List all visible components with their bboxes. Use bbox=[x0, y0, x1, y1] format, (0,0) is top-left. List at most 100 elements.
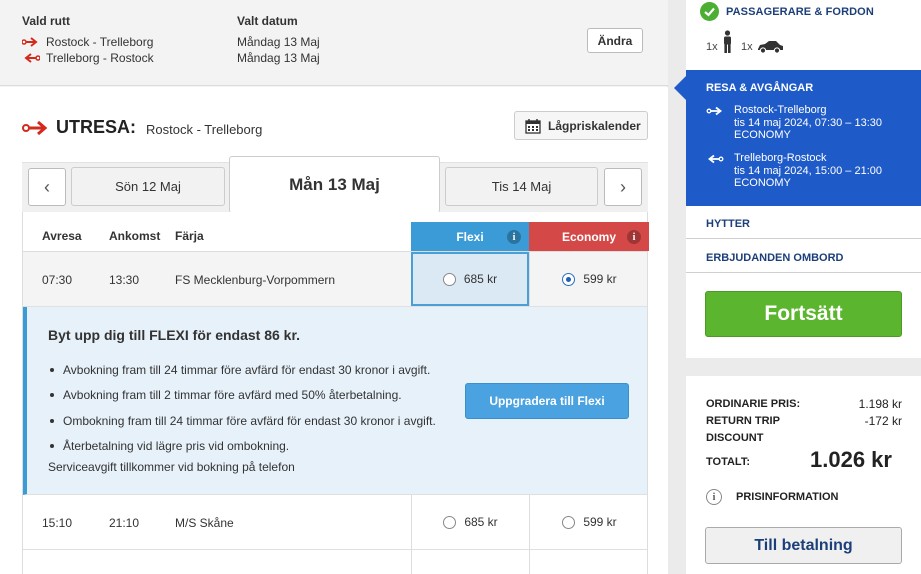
economy-radio[interactable] bbox=[562, 272, 576, 286]
row-depart: 07:30 bbox=[42, 273, 73, 287]
chevron-left-icon: ‹ bbox=[44, 176, 50, 197]
date-tab-active[interactable]: Mån 13 Maj bbox=[229, 156, 440, 213]
total-price-value: 1.026 kr bbox=[810, 447, 892, 472]
route-outbound: Rostock - Trelleborg bbox=[22, 35, 153, 49]
change-button[interactable]: Ändra bbox=[587, 28, 643, 53]
table-row: 07:30 13:30 FS Mecklenburg-Vorpommern 68… bbox=[23, 252, 647, 307]
trip-return-time: tis 14 maj 2024, 15:00 – 21:00 bbox=[734, 164, 882, 177]
row-arrive: 21:10 bbox=[109, 516, 140, 530]
active-step-pointer bbox=[674, 76, 686, 100]
selected-date-title: Valt datum bbox=[237, 14, 298, 28]
passengers-title: PASSAGERARE & FORDON bbox=[726, 6, 874, 18]
trip-title: RESA & AVGÅNGAR bbox=[706, 82, 814, 94]
list-item: Ombokning fram till 24 timmar före avfär… bbox=[48, 408, 436, 434]
outbound-arrow-icon bbox=[22, 37, 38, 47]
economy-price-option[interactable]: 599 kr bbox=[529, 495, 649, 549]
date-outbound: Måndag 13 Maj bbox=[237, 35, 320, 49]
outbound-header: UTRESA: Rostock - Trelleborg bbox=[22, 117, 262, 138]
economy-price: 599 kr bbox=[583, 515, 617, 529]
upsell-benefits: Avbokning fram till 24 timmar före avfär… bbox=[48, 357, 436, 459]
header-arrive: Ankomst bbox=[109, 229, 161, 243]
check-icon bbox=[700, 2, 719, 21]
flexi-label: Flexi bbox=[456, 229, 484, 244]
route-return: Trelleborg - Rostock bbox=[22, 51, 154, 65]
discount-label-line1: RETURN TRIP bbox=[706, 415, 780, 427]
trip-outbound-route: Rostock-Trelleborg bbox=[734, 104, 827, 116]
row-arrive: 13:30 bbox=[109, 273, 140, 287]
date-tab-prev[interactable]: Sön 12 Maj bbox=[71, 167, 225, 206]
passengers-step: PASSAGERARE & FORDON 1x 1x bbox=[686, 0, 921, 70]
table-row: 15:10 21:10 M/S Skåne 685 kr 599 kr bbox=[23, 495, 647, 550]
ordinary-price-label: ORDINARIE PRIS: bbox=[706, 398, 801, 410]
trip-outbound-time: tis 14 maj 2024, 07:30 – 13:30 bbox=[734, 116, 882, 129]
row-depart: 15:10 bbox=[42, 516, 73, 530]
step-onboard-offers[interactable]: ERBJUDANDEN OMBORD bbox=[706, 252, 844, 264]
economy-price-option[interactable]: 599 kr bbox=[529, 252, 649, 306]
departures-table: Avresa Ankomst Färja Flexi i Economy i 0… bbox=[22, 212, 649, 574]
step-cabins[interactable]: HYTTER bbox=[706, 218, 750, 230]
trip-outbound: Rostock-Trelleborg tis 14 maj 2024, 07:3… bbox=[706, 104, 882, 142]
price-info-link[interactable]: i PRISINFORMATION bbox=[706, 489, 838, 505]
trip-outbound-class: ECONOMY bbox=[734, 129, 791, 141]
outbound-arrow-icon bbox=[22, 120, 48, 135]
date-return: Måndag 13 Maj bbox=[237, 51, 320, 65]
car-icon bbox=[758, 41, 783, 54]
flexi-price: 685 kr bbox=[464, 515, 498, 529]
flexi-price: 685 kr bbox=[463, 272, 498, 286]
flexi-price-option[interactable]: 685 kr bbox=[411, 252, 529, 306]
trip-departures-step: RESA & AVGÅNGAR Rostock-Trelleborg tis 1… bbox=[674, 70, 921, 206]
header-ferry: Färja bbox=[175, 229, 204, 243]
table-header: Avresa Ankomst Färja Flexi i Economy i bbox=[23, 212, 649, 252]
table-row bbox=[23, 550, 647, 574]
flexi-price-option[interactable]: 685 kr bbox=[411, 495, 529, 549]
chevron-right-icon: › bbox=[620, 176, 626, 197]
next-date-button[interactable]: › bbox=[604, 168, 642, 206]
upsell-note: Serviceavgift tillkommer vid bokning på … bbox=[48, 460, 295, 474]
trip-return-class: ECONOMY bbox=[734, 177, 791, 189]
divider bbox=[686, 238, 921, 239]
flexi-radio[interactable] bbox=[442, 272, 456, 286]
header-economy: Economy i bbox=[529, 222, 649, 251]
economy-label: Economy bbox=[561, 229, 616, 244]
flexi-upsell-panel: Byt upp dig till FLEXI för endast 86 kr.… bbox=[23, 307, 647, 495]
economy-info-icon[interactable]: i bbox=[627, 230, 641, 244]
prev-date-button[interactable]: ‹ bbox=[28, 168, 66, 206]
route-outbound-label: Rostock - Trelleborg bbox=[46, 35, 154, 49]
info-icon: i bbox=[706, 489, 722, 505]
list-item: Återbetalning vid lägre pris vid ombokni… bbox=[48, 434, 436, 460]
outbound-arrow-icon bbox=[706, 106, 722, 116]
header-depart: Avresa bbox=[42, 229, 82, 243]
header-flexi: Flexi i bbox=[411, 222, 529, 251]
economy-radio[interactable] bbox=[562, 515, 576, 529]
economy-price-option[interactable] bbox=[529, 550, 649, 574]
date-tab-next[interactable]: Tis 14 Maj bbox=[445, 167, 598, 206]
continue-button[interactable]: Fortsätt bbox=[705, 291, 902, 337]
divider bbox=[686, 272, 921, 273]
row-ferry: FS Mecklenburg-Vorpommern bbox=[175, 273, 336, 287]
price-info-label: PRISINFORMATION bbox=[736, 491, 839, 503]
trip-return: Trelleborg-Rostock tis 14 maj 2024, 15:0… bbox=[706, 152, 882, 190]
list-item: Avbokning fram till 24 timmar före avfär… bbox=[48, 357, 436, 383]
low-price-calendar-button[interactable]: Lågpriskalender bbox=[514, 111, 648, 140]
upgrade-flexi-button[interactable]: Uppgradera till Flexi bbox=[465, 383, 629, 419]
upsell-title: Byt upp dig till FLEXI för endast 86 kr. bbox=[48, 327, 301, 343]
trip-return-route: Trelleborg-Rostock bbox=[734, 152, 827, 164]
vehicle-count: 1x bbox=[741, 41, 753, 53]
flexi-info-icon[interactable]: i bbox=[507, 230, 521, 244]
list-item: Avbokning fram till 2 timmar före avfärd… bbox=[48, 383, 436, 409]
go-to-payment-button[interactable]: Till betalning bbox=[705, 527, 902, 564]
return-arrow-icon bbox=[708, 154, 724, 164]
discount-value: -172 kr bbox=[864, 414, 902, 428]
passenger-count: 1x bbox=[706, 41, 718, 53]
return-arrow-icon bbox=[24, 53, 40, 63]
outbound-title: UTRESA: bbox=[56, 117, 136, 137]
row-ferry: M/S Skåne bbox=[175, 516, 234, 530]
discount-label-line2: DISCOUNT bbox=[706, 432, 764, 444]
outbound-route: Rostock - Trelleborg bbox=[146, 121, 263, 137]
calendar-icon bbox=[525, 118, 541, 134]
route-return-label: Trelleborg - Rostock bbox=[46, 51, 154, 65]
flexi-price-option[interactable] bbox=[411, 550, 529, 574]
flexi-radio[interactable] bbox=[443, 515, 457, 529]
person-icon bbox=[724, 30, 731, 53]
selected-route-title: Vald rutt bbox=[22, 14, 71, 28]
